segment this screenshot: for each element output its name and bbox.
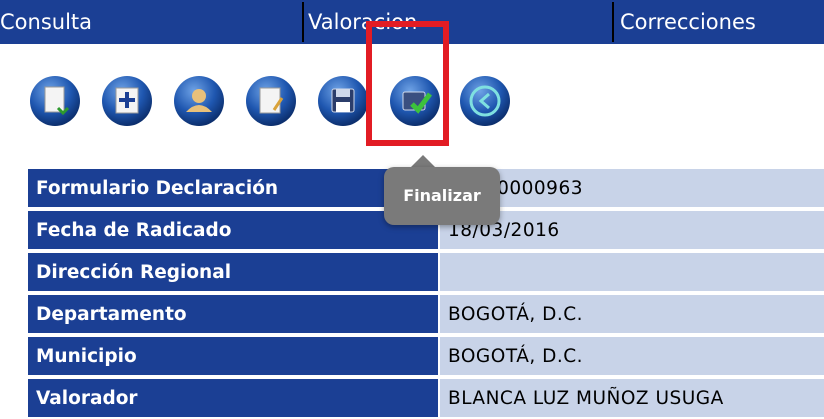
- row-value: BLANCA LUZ MUÑOZ USUGA: [440, 379, 824, 419]
- back-button[interactable]: [458, 74, 512, 128]
- edit-document-icon: [246, 76, 296, 126]
- back-arrow-icon: [460, 76, 510, 126]
- table-row: Municipio BOGOTÁ, D.C.: [28, 337, 824, 377]
- row-label: Departamento: [28, 295, 438, 335]
- finalize-tooltip: Finalizar: [384, 167, 500, 225]
- tab-valoracion[interactable]: Valoracion: [308, 0, 608, 44]
- user-icon: [174, 76, 224, 126]
- row-label: Municipio: [28, 337, 438, 377]
- save-icon: [318, 76, 368, 126]
- finalize-button[interactable]: [388, 74, 442, 128]
- tab-divider: [302, 2, 304, 42]
- add-icon: [102, 76, 152, 126]
- row-value: BOGOTÁ, D.C.: [440, 295, 824, 335]
- tab-divider: [612, 2, 614, 42]
- top-tab-bar: Consulta Valoracion Correcciones: [0, 0, 824, 44]
- row-label: Dirección Regional: [28, 253, 438, 293]
- row-label: Valorador: [28, 379, 438, 419]
- user-button[interactable]: [172, 74, 226, 128]
- finalize-check-icon: [390, 76, 440, 126]
- tab-consulta[interactable]: Consulta: [0, 0, 300, 44]
- row-label: Fecha de Radicado: [28, 211, 438, 251]
- tab-correcciones[interactable]: Correcciones: [620, 0, 824, 44]
- table-row: Departamento BOGOTÁ, D.C.: [28, 295, 824, 335]
- export-document-button[interactable]: [28, 74, 82, 128]
- row-value: [440, 253, 824, 293]
- row-label: Formulario Declaración: [28, 169, 438, 209]
- table-row: Dirección Regional: [28, 253, 824, 293]
- table-row: Valorador BLANCA LUZ MUÑOZ USUGA: [28, 379, 824, 419]
- edit-document-button[interactable]: [244, 74, 298, 128]
- add-button[interactable]: [100, 74, 154, 128]
- row-value: BOGOTÁ, D.C.: [440, 337, 824, 377]
- document-export-icon: [30, 76, 80, 126]
- save-button[interactable]: [316, 74, 370, 128]
- tooltip-text: Finalizar: [403, 186, 481, 205]
